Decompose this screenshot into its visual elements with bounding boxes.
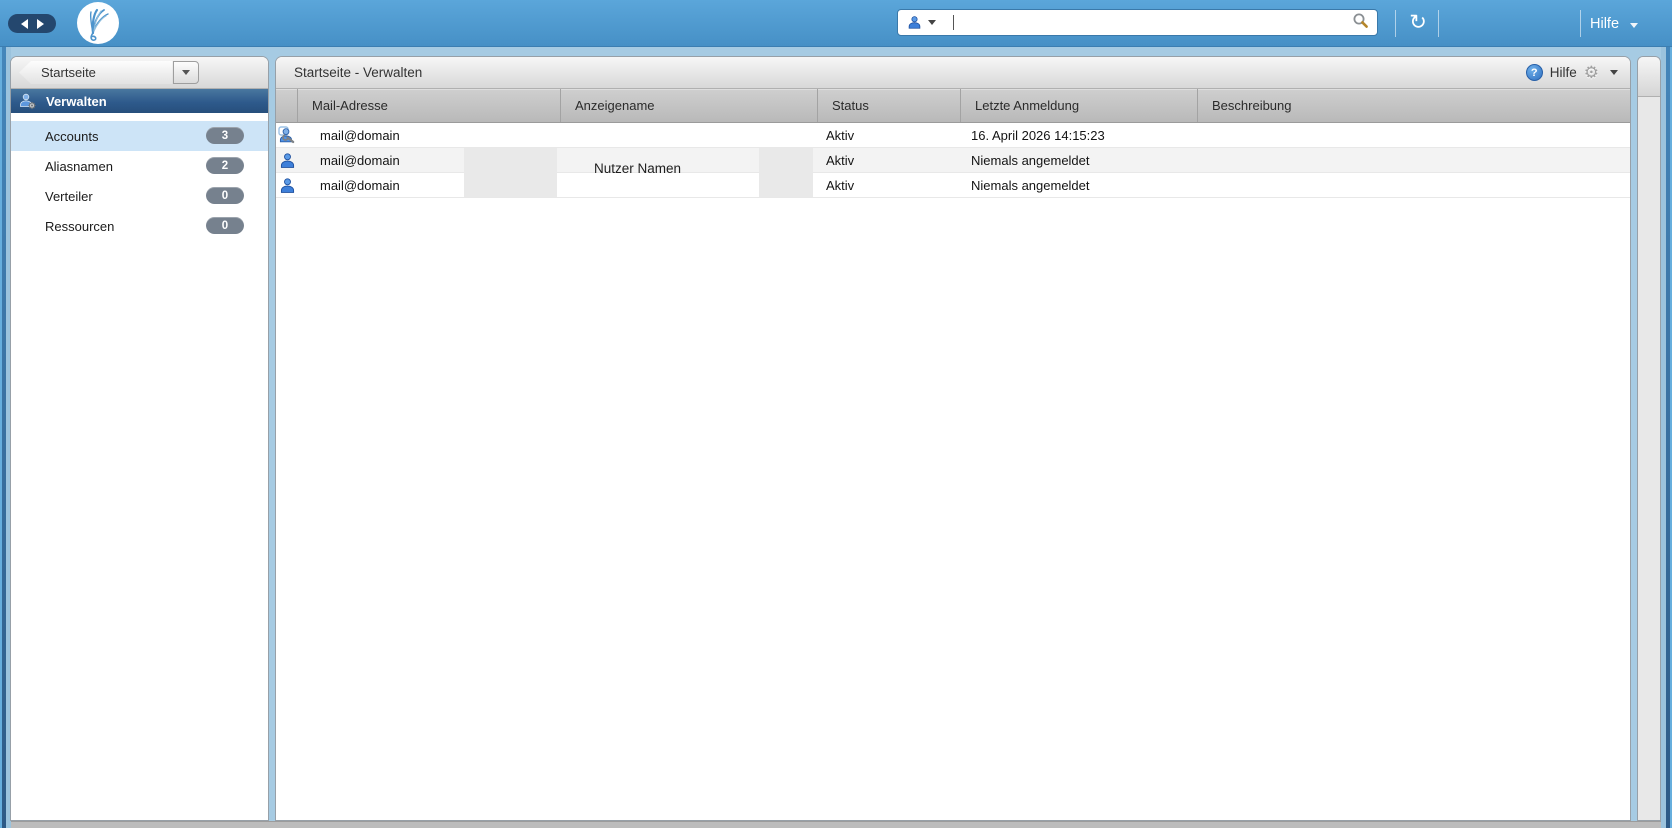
cell-letzte-anmeldung: Niemals angemeldet (971, 152, 1090, 168)
sidebar-item-accounts[interactable]: Accounts 3 (11, 121, 268, 151)
main-panel: Startseite - Verwalten ? Hilfe ⚙ Mail-Ad… (275, 56, 1631, 821)
search-scope-caret-icon (928, 20, 936, 25)
sidebar-section-verwalten[interactable]: Verwalten (11, 89, 268, 113)
help-icon[interactable]: ? (1525, 64, 1543, 81)
sidebar-header: Startseite (11, 57, 268, 89)
breadcrumb-dropdown-button[interactable] (173, 61, 199, 84)
window-bottom-edge (11, 821, 1661, 828)
breadcrumb-label: Startseite (41, 65, 96, 80)
top-bar: ↻ Hilfe (0, 0, 1672, 47)
column-header-letzte-anmeldung[interactable]: Letzte Anmeldung (961, 89, 1198, 122)
table-row[interactable]: mail@domain Aktiv 16. April 2026 14:15:2… (276, 123, 1630, 148)
breadcrumb-back-button[interactable]: Startseite (19, 61, 172, 84)
cell-status: Aktiv (826, 127, 855, 143)
breadcrumb-caret-icon (182, 70, 190, 75)
redaction-box (464, 148, 557, 197)
panel-menu-caret-icon[interactable] (1610, 70, 1618, 75)
column-header-icon[interactable] (276, 89, 298, 122)
main-help-label[interactable]: Hilfe (1550, 65, 1577, 80)
topbar-divider (1438, 10, 1439, 37)
column-header-status[interactable]: Status (818, 89, 961, 122)
cell-letzte-anmeldung: 16. April 2026 14:15:23 (971, 127, 1105, 143)
anzeigename-overlay-label: Nutzer Namen (594, 160, 682, 176)
column-header-beschreibung[interactable]: Beschreibung (1198, 89, 1630, 122)
help-menu-caret-icon (1630, 22, 1639, 28)
topbar-divider (1580, 10, 1581, 37)
search-input[interactable] (954, 11, 1352, 34)
sidebar-section-label: Verwalten (46, 93, 107, 109)
topbar-divider (1395, 10, 1396, 37)
count-badge: 0 (206, 217, 244, 234)
table-body: mail@domain Aktiv 16. April 2026 14:15:2… (276, 123, 1630, 198)
search-scope-user-icon (908, 16, 921, 29)
count-badge: 3 (206, 127, 244, 144)
app-window: ↻ Hilfe Startseite Verwalten Accounts 3 … (0, 0, 1672, 828)
history-nav (8, 14, 56, 33)
search-scope-selector[interactable] (898, 15, 944, 30)
search-box (897, 9, 1378, 36)
table-header: Mail-Adresse Anzeigename Status Letzte A… (276, 89, 1630, 123)
gear-icon[interactable]: ⚙ (1584, 64, 1599, 81)
search-icon[interactable] (1352, 12, 1369, 34)
manage-users-icon (20, 93, 36, 109)
sidebar-item-label: Aliasnamen (45, 158, 113, 174)
user-icon (276, 152, 298, 169)
admin-user-icon (276, 126, 298, 144)
main-header: Startseite - Verwalten ? Hilfe ⚙ (276, 57, 1630, 89)
nav-back-icon[interactable] (20, 18, 28, 29)
scrollbar-header-cap (1638, 57, 1660, 97)
page-title: Startseite - Verwalten (294, 65, 423, 80)
count-badge: 0 (206, 187, 244, 204)
count-badge: 2 (206, 157, 244, 174)
column-header-anzeigename[interactable]: Anzeigename (561, 89, 818, 122)
help-menu[interactable]: Hilfe (1590, 0, 1639, 47)
sidebar-item-aliasnamen[interactable]: Aliasnamen 2 (11, 151, 268, 181)
help-menu-label: Hilfe (1590, 15, 1620, 32)
sidebar-item-verteiler[interactable]: Verteiler 0 (11, 181, 268, 211)
cell-letzte-anmeldung: Niemals angemeldet (971, 177, 1090, 193)
window-edge-right-stripe (1666, 47, 1670, 828)
cell-mail-adresse: mail@domain (320, 127, 400, 143)
vertical-scrollbar[interactable] (1637, 56, 1661, 821)
column-header-mail-adresse[interactable]: Mail-Adresse (298, 89, 561, 122)
sidebar-list: Accounts 3 Aliasnamen 2 Verteiler 0 Ress… (11, 113, 268, 241)
sidebar-item-ressourcen[interactable]: Ressourcen 0 (11, 211, 268, 241)
nav-forward-icon[interactable] (36, 18, 44, 29)
redaction-box (759, 148, 813, 197)
user-icon (276, 177, 298, 194)
app-logo (76, 1, 120, 45)
sidebar-panel: Startseite Verwalten Accounts 3 Aliasnam… (10, 56, 269, 821)
cell-status: Aktiv (826, 177, 855, 193)
sidebar-item-label: Verteiler (45, 188, 93, 204)
cell-status: Aktiv (826, 152, 855, 168)
sidebar-item-label: Ressourcen (45, 218, 115, 234)
refresh-button[interactable]: ↻ (1403, 7, 1433, 37)
window-edge-right-inner (1661, 47, 1666, 828)
sidebar-item-label: Accounts (45, 128, 99, 144)
